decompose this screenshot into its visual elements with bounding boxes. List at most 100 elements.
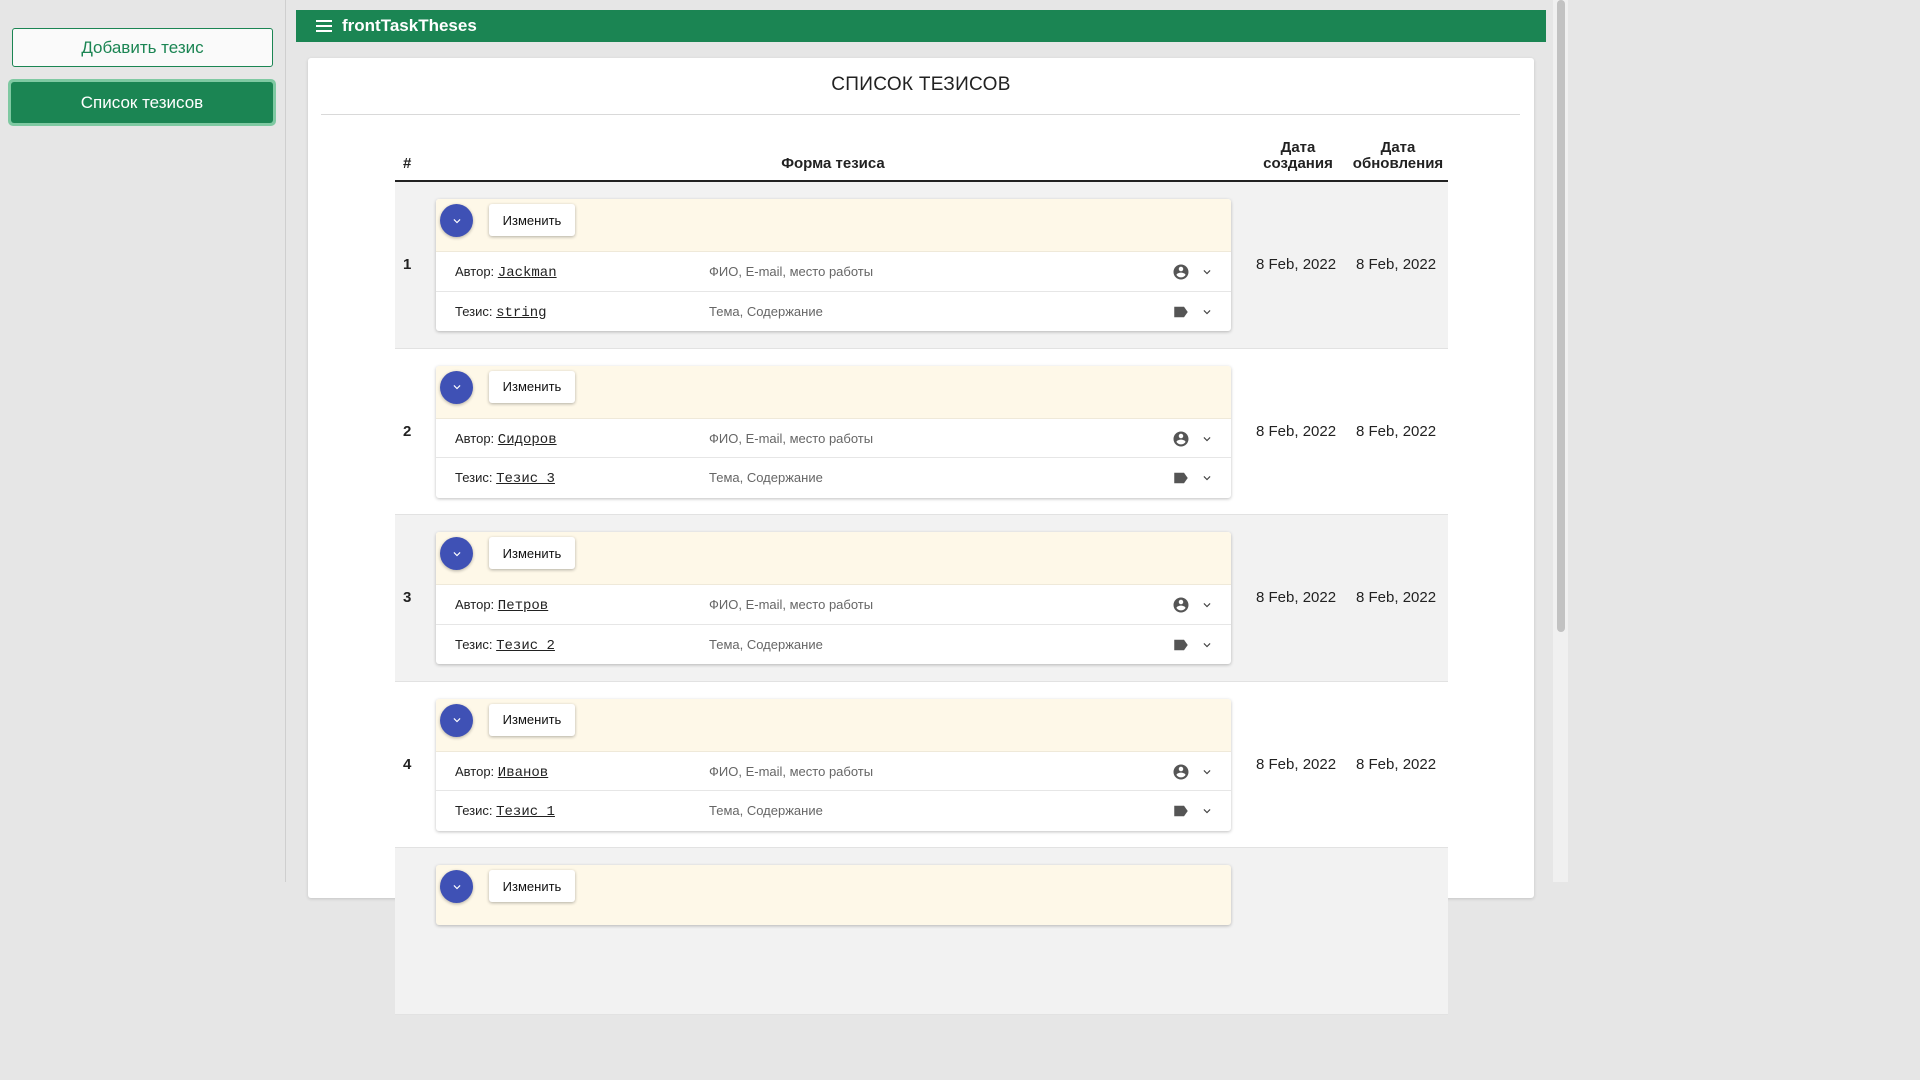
header-form: Форма тезиса <box>781 155 885 172</box>
thesis-card: Изменить Автор: Иванов ФИО, E-mail, мест… <box>436 698 1231 831</box>
author-line[interactable]: Автор: Сидоров ФИО, E-mail, место работы <box>436 419 1231 459</box>
author-label: Автор: Jackman <box>455 264 557 281</box>
chevron-down-icon <box>453 551 460 557</box>
table-header: # Форма тезиса Дата создания Дата обновл… <box>395 138 1448 182</box>
author-hint: ФИО, E-mail, место работы <box>709 597 874 613</box>
author-value[interactable]: Сидоров <box>498 432 557 448</box>
updated-date: 8 Feb, 2022 <box>1356 422 1437 440</box>
expand-button[interactable] <box>440 703 473 737</box>
edit-button[interactable]: Изменить <box>489 703 575 736</box>
thesis-label: Тезис: Тезис 2 <box>455 637 555 654</box>
thesis-card-header: Изменить <box>436 532 1231 586</box>
thesis-card-header: Изменить <box>436 698 1231 752</box>
chevron-down-icon[interactable] <box>1200 765 1214 779</box>
chevron-down-icon[interactable] <box>1200 598 1214 612</box>
add-thesis-button[interactable]: Добавить тезис <box>12 28 273 67</box>
created-date: 8 Feb, 2022 <box>1256 422 1337 440</box>
thesis-hint: Тема, Содержание <box>709 803 823 819</box>
author-hint: ФИО, E-mail, место работы <box>709 264 874 279</box>
thesis-value[interactable]: Тезис 1 <box>496 804 555 820</box>
label-icon <box>1174 639 1188 650</box>
thesis-card-header: Изменить <box>436 365 1231 419</box>
top-app-bar: frontTaskTheses <box>296 10 1546 42</box>
edit-button[interactable]: Изменить <box>489 204 575 236</box>
author-line[interactable]: Автор: Jackman ФИО, E-mail, место работы <box>436 252 1231 292</box>
expand-button[interactable] <box>440 537 473 571</box>
edit-button[interactable]: Изменить <box>489 537 575 570</box>
chevron-down-icon[interactable] <box>1200 305 1214 319</box>
author-label: Автор: Сидоров <box>455 431 557 448</box>
scrollbar[interactable] <box>1553 0 1568 882</box>
author-prefix: Автор: <box>455 264 495 279</box>
thesis-label: Тезис: Тезис 3 <box>455 470 555 487</box>
table-row: 3 Изменить Автор: Петров ФИО, E-mail, ме… <box>395 515 1448 682</box>
chevron-down-icon <box>453 884 460 890</box>
author-value[interactable]: Jackman <box>498 265 557 281</box>
author-prefix: Автор: <box>455 597 495 613</box>
created-date: 8 Feb, 2022 <box>1256 755 1337 773</box>
chevron-down-icon[interactable] <box>1200 265 1214 279</box>
chevron-down-icon[interactable] <box>1200 638 1214 652</box>
thesis-list-card: СПИСОК ТЕЗИСОВ # Форма тезиса Дата созда… <box>308 58 1534 1015</box>
thesis-card: Изменить Автор: Сидоров ФИО, E-mail, мес… <box>436 365 1231 498</box>
thesis-value[interactable]: Тезис 3 <box>496 471 555 487</box>
author-label: Автор: Иванов <box>455 764 548 781</box>
author-line[interactable]: Автор: Петров ФИО, E-mail, место работы <box>436 585 1231 625</box>
thesis-prefix: Тезис: <box>455 803 493 819</box>
header-updated: Дата обновления <box>1352 139 1444 172</box>
expand-button[interactable] <box>440 204 473 237</box>
author-value[interactable]: Иванов <box>498 765 548 781</box>
table-row: 2 Изменить Автор: Сидоров ФИО, E-mail, м… <box>395 348 1448 516</box>
thesis-hint: Тема, Содержание <box>709 470 823 486</box>
hamburger-menu-icon[interactable] <box>316 20 332 32</box>
table-row: 4 Изменить Автор: Иванов ФИО, E-mail, ме… <box>395 681 1448 849</box>
sidebar: Добавить тезис Список тезисов <box>0 0 286 882</box>
label-icon <box>1174 306 1188 317</box>
account-circle-icon <box>1173 431 1189 447</box>
label-icon <box>1174 806 1188 817</box>
table-row: 1 Изменить Автор: Jackman ФИО, E-mail, м… <box>395 182 1448 349</box>
page-title: СПИСОК ТЕЗИСОВ <box>831 74 1011 95</box>
thesis-card-header: Изменить <box>436 199 1231 252</box>
chevron-down-icon[interactable] <box>1200 432 1214 446</box>
thesis-label: Тезис: string <box>455 304 547 321</box>
chevron-down-icon[interactable] <box>1200 804 1214 818</box>
row-number: 2 <box>403 422 412 440</box>
title-divider <box>321 114 1520 115</box>
expand-button[interactable] <box>440 870 473 904</box>
thesis-table: # Форма тезиса Дата создания Дата обновл… <box>395 138 1448 1015</box>
thesis-hint: Тема, Содержание <box>709 303 823 319</box>
scrollbar-thumb[interactable] <box>1557 0 1565 632</box>
author-line[interactable]: Автор: Иванов ФИО, E-mail, место работы <box>436 752 1231 792</box>
thesis-line[interactable]: Тезис: Тезис 3 Тема, Содержание <box>436 458 1231 498</box>
author-value[interactable]: Петров <box>498 598 548 614</box>
thesis-prefix: Тезис: <box>455 470 493 486</box>
edit-button[interactable]: Изменить <box>489 370 575 403</box>
table-row-partial: Изменить <box>395 848 1448 1015</box>
thesis-value[interactable]: string <box>496 305 546 321</box>
author-prefix: Автор: <box>455 430 495 446</box>
thesis-card: Изменить Автор: Петров ФИО, E-mail, мест… <box>436 532 1231 665</box>
thesis-line[interactable]: Тезис: Тезис 2 Тема, Содержание <box>436 625 1231 665</box>
thesis-hint: Тема, Содержание <box>709 636 823 652</box>
author-hint: ФИО, E-mail, место работы <box>709 430 874 446</box>
thesis-line[interactable]: Тезис: string Тема, Содержание <box>436 292 1231 332</box>
expand-button[interactable] <box>440 370 473 404</box>
chevron-down-icon <box>453 218 460 223</box>
edit-button[interactable]: Изменить <box>489 870 575 903</box>
chevron-down-icon[interactable] <box>1200 471 1214 485</box>
row-number: 3 <box>403 589 412 607</box>
app-title: frontTaskTheses <box>342 16 477 35</box>
created-date: 8 Feb, 2022 <box>1256 589 1337 607</box>
created-date: 8 Feb, 2022 <box>1256 256 1337 273</box>
row-number: 4 <box>403 755 412 773</box>
thesis-label: Тезис: Тезис 1 <box>455 803 555 820</box>
chevron-down-icon <box>453 385 460 390</box>
thesis-card: Изменить Автор: Jackman ФИО, E-mail, мес… <box>436 199 1231 331</box>
account-circle-icon <box>1173 264 1189 280</box>
thesis-list-button[interactable]: Список тезисов <box>11 82 273 123</box>
thesis-line[interactable]: Тезис: Тезис 1 Тема, Содержание <box>436 791 1231 831</box>
author-label: Автор: Петров <box>455 597 548 614</box>
thesis-value[interactable]: Тезис 2 <box>496 638 555 654</box>
thesis-list-button-focus-ring: Список тезисов <box>8 79 276 126</box>
